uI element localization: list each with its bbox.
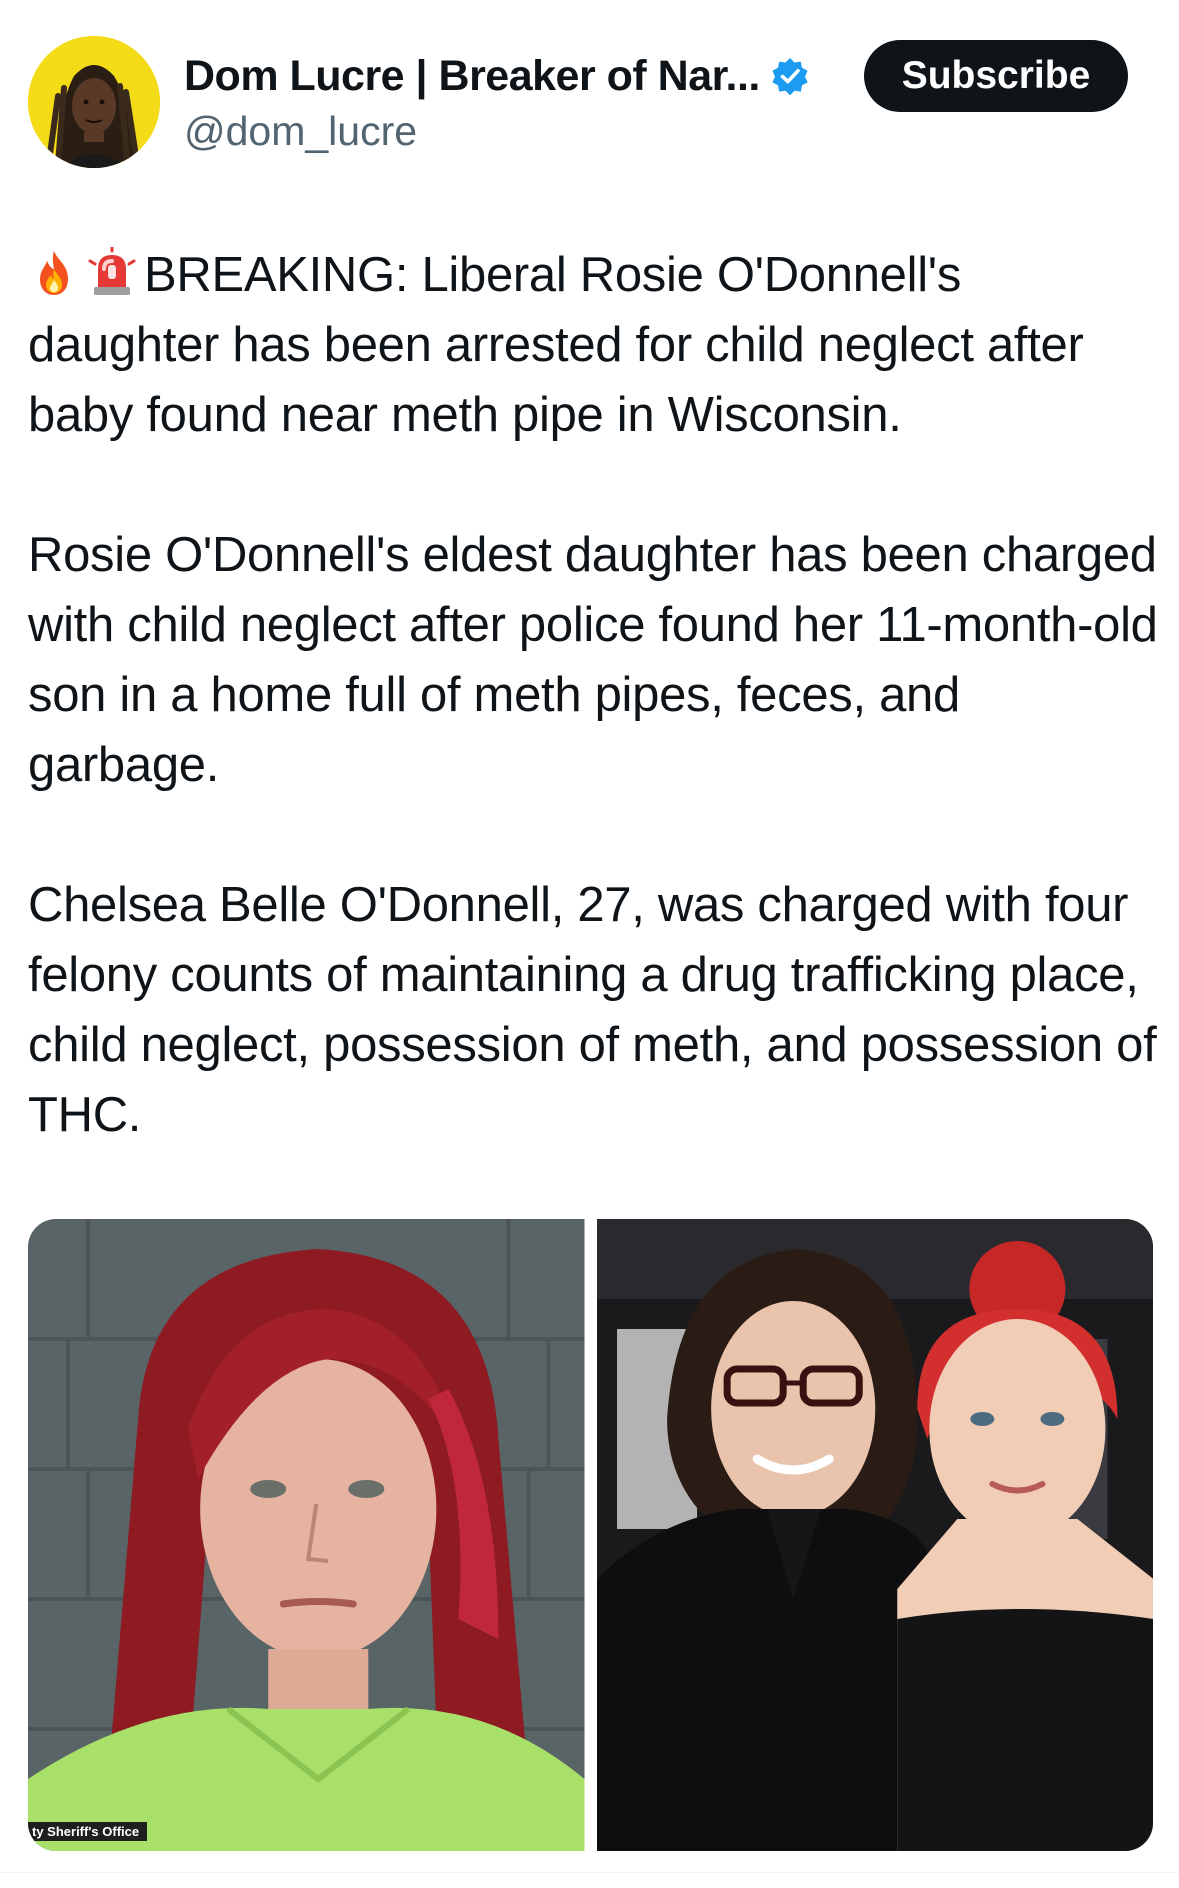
author-avatar[interactable]: [28, 36, 160, 168]
tweet-paragraph-3: Chelsea Belle O'Donnell, 27, was charged…: [28, 878, 1157, 1142]
mugshot-photo[interactable]: ty Sheriff's Office: [28, 1219, 585, 1851]
tweet-paragraph-2: Rosie O'Donnell's eldest daughter has be…: [28, 528, 1158, 792]
avatar-image: [28, 36, 160, 168]
author-info: Dom Lucre | Breaker of Nar... @dom_lucre: [184, 48, 844, 155]
author-display-name[interactable]: Dom Lucre | Breaker of Nar...: [184, 52, 760, 101]
mugshot-image: [28, 1219, 585, 1851]
tweet-media[interactable]: ty Sheriff's Office: [28, 1219, 1153, 1851]
author-handle[interactable]: @dom_lucre: [184, 108, 844, 155]
subscribe-button[interactable]: Subscribe: [864, 40, 1128, 112]
tweet-paragraph-1-text: BREAKING: Liberal Rosie O'Donnell's daug…: [28, 248, 1084, 442]
tweet-text: BREAKING: Liberal Rosie O'Donnell's daug…: [28, 240, 1158, 1220]
tweet-paragraph-1: BREAKING: Liberal Rosie O'Donnell's daug…: [28, 240, 1158, 450]
divider: [0, 1872, 1179, 1873]
photo-credit: ty Sheriff's Office: [28, 1822, 148, 1841]
tweet-header: Dom Lucre | Breaker of Nar... @dom_lucre…: [0, 0, 1179, 190]
event-photo[interactable]: [596, 1219, 1153, 1851]
verified-badge-icon[interactable]: [770, 56, 810, 96]
event-image: [596, 1219, 1153, 1851]
fire-emoji-icon: [28, 247, 80, 299]
name-row: Dom Lucre | Breaker of Nar...: [184, 48, 844, 104]
police-light-emoji-icon: [86, 245, 138, 299]
